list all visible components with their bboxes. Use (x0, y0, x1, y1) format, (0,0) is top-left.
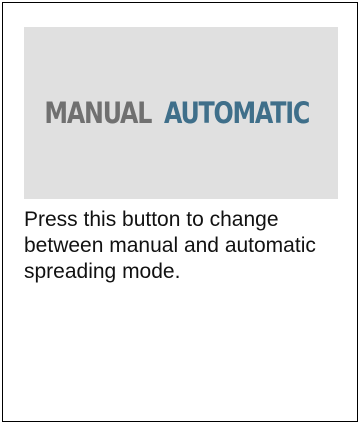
automatic-mode-label: AUTOMATIC (163, 95, 310, 130)
manual-mode-label: MANUAL (44, 95, 153, 130)
help-card: MANUAL AUTOMATIC Press this button to ch… (2, 2, 358, 422)
manual-automatic-mode-button[interactable]: MANUAL AUTOMATIC (24, 27, 338, 199)
help-description: Press this button to change between manu… (24, 208, 316, 283)
